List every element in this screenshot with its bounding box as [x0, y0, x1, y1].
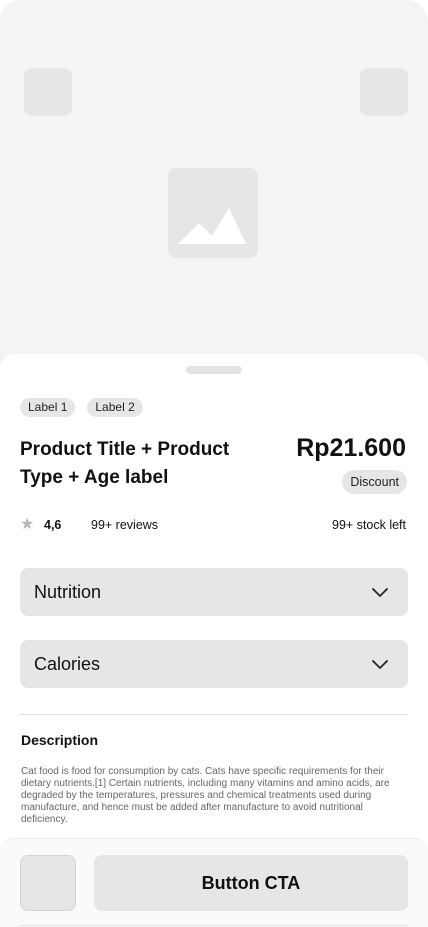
star-icon: ★	[20, 516, 35, 533]
action-button[interactable]	[360, 68, 408, 116]
product-price: Rp21.600	[296, 434, 406, 462]
image-placeholder-svg	[178, 208, 246, 244]
discount-badge: Discount	[342, 470, 407, 494]
image-placeholder-icon	[168, 168, 258, 258]
sheet-grabber[interactable]	[186, 366, 242, 374]
accordion-label: Calories	[34, 654, 101, 674]
accordion-nutrition[interactable]: Nutrition	[20, 568, 408, 616]
rating-value: 4,6	[44, 518, 62, 532]
label-chip-2[interactable]: Label 2	[87, 398, 143, 417]
secondary-action-button[interactable]	[20, 855, 76, 911]
product-meta: ★ 4,6 99+ reviews 99+ stock left	[20, 516, 406, 536]
chevron-down-icon	[372, 588, 388, 597]
reviews-link[interactable]: 99+ reviews	[91, 518, 158, 532]
product-image-area	[0, 0, 428, 380]
label-chips: Label 1 Label 2	[20, 398, 143, 417]
description-title: Description	[21, 732, 99, 748]
chevron-down-icon	[372, 660, 388, 669]
description-text: Cat food is food for consumption by cats…	[21, 766, 390, 825]
product-title: Product Title + Product Type + Age label	[20, 439, 230, 488]
bottom-action-bar: Button CTA	[0, 838, 428, 927]
divider	[20, 714, 408, 715]
accordion-label: Nutrition	[34, 582, 102, 602]
stock-count: 99+ stock left	[332, 518, 406, 532]
label-chip-1[interactable]: Label 1	[20, 398, 76, 417]
cta-button[interactable]: Button CTA	[94, 855, 408, 911]
back-button[interactable]	[24, 68, 72, 116]
accordion-calories[interactable]: Calories	[20, 640, 408, 688]
